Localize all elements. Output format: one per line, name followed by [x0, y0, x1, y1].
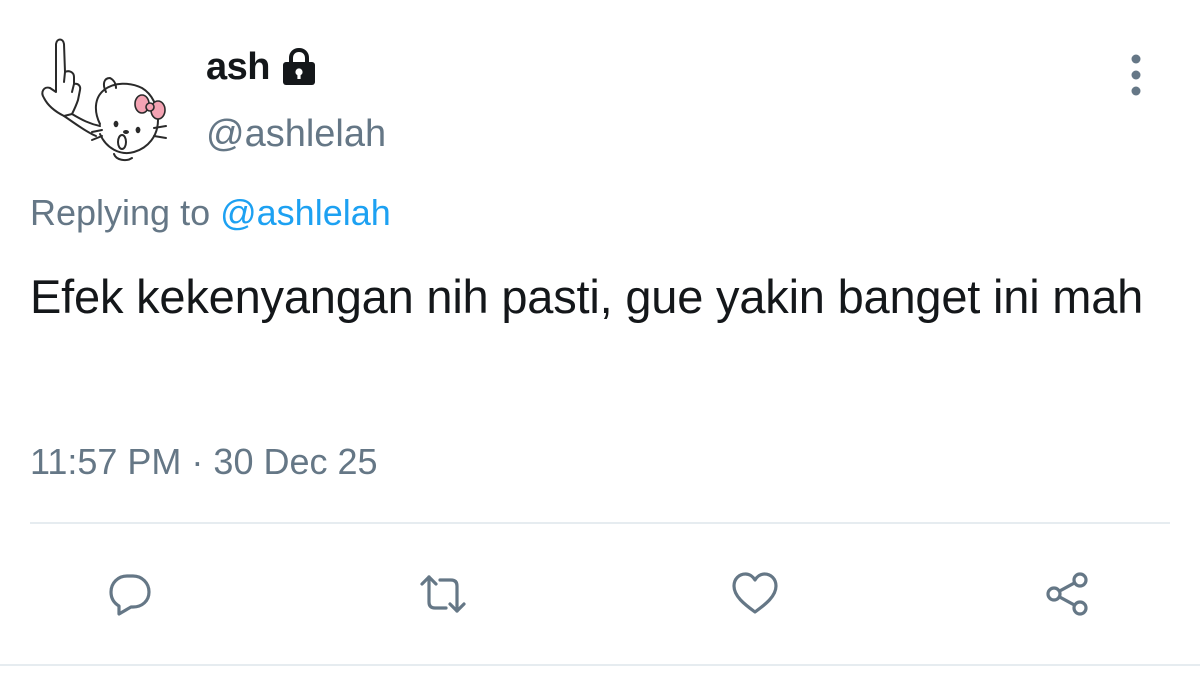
retweet-button[interactable]: [415, 566, 471, 622]
replying-to-label: Replying to: [30, 192, 221, 233]
retweet-arrows-icon: [420, 575, 466, 613]
like-button[interactable]: [727, 566, 783, 622]
more-options-button[interactable]: [1118, 50, 1154, 100]
avatar[interactable]: [30, 32, 180, 164]
tweet-card: ash @ashlelah Replying to @ashlelah Efek…: [0, 0, 1200, 682]
avatar-drawing: [41, 38, 167, 162]
tweet-date: 30 Dec 25: [213, 441, 378, 482]
lock-icon: [280, 47, 318, 87]
timestamp-separator: ·: [181, 441, 214, 482]
bottom-divider: [0, 664, 1200, 666]
tweet-timestamp[interactable]: 11:57 PM · 30 Dec 25: [30, 441, 378, 483]
share-nodes-icon: [1046, 572, 1088, 616]
heart-icon: [732, 572, 778, 614]
display-name-row: ash: [206, 44, 318, 90]
display-name[interactable]: ash: [206, 46, 270, 89]
divider: [30, 522, 1170, 524]
user-handle[interactable]: @ashlelah: [206, 113, 386, 156]
tweet-time: 11:57 PM: [30, 441, 182, 482]
replying-to-line: Replying to @ashlelah: [30, 192, 391, 234]
share-button[interactable]: [1040, 566, 1096, 622]
speech-bubble-icon: [109, 574, 151, 616]
vertical-ellipsis-icon: [1131, 54, 1141, 96]
tweet-text: Efek kekenyangan nih pasti, gue yakin ba…: [30, 270, 1144, 323]
reply-mention-link[interactable]: @ashlelah: [220, 192, 391, 233]
reply-button[interactable]: [102, 566, 158, 622]
